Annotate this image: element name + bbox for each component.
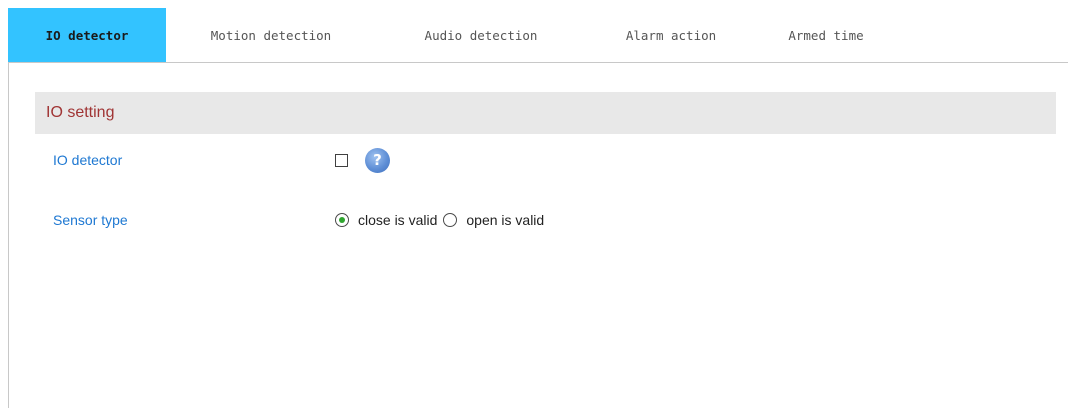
open-is-valid-radio[interactable]: [443, 213, 458, 227]
tab-bar: IO detector Motion detection Audio detec…: [8, 8, 896, 62]
radio-selected-dot: [339, 217, 345, 223]
tab-io-detector[interactable]: IO detector: [8, 8, 166, 62]
open-is-valid-label[interactable]: open is valid: [466, 212, 544, 228]
sensor-type-row: Sensor type close is valid open is valid: [53, 208, 550, 232]
tab-armed-time[interactable]: Armed time: [756, 8, 896, 62]
question-mark-icon[interactable]: ?: [365, 147, 390, 173]
close-is-valid-label[interactable]: close is valid: [358, 212, 437, 228]
help-symbol: ?: [373, 150, 382, 169]
section-title: IO setting: [46, 104, 115, 121]
close-is-valid-radio[interactable]: [335, 213, 349, 227]
section-header: IO setting: [35, 92, 1056, 134]
io-detector-row: IO detector ?: [53, 147, 390, 173]
tab-motion-detection[interactable]: Motion detection: [166, 8, 376, 62]
io-detector-label: IO detector: [53, 152, 123, 168]
sensor-type-label: Sensor type: [53, 212, 128, 228]
io-detector-checkbox[interactable]: [335, 153, 348, 167]
tab-audio-detection[interactable]: Audio detection: [376, 8, 586, 62]
tab-alarm-action[interactable]: Alarm action: [586, 8, 756, 62]
settings-panel: IO setting IO detector ? Sensor type clo…: [8, 62, 1068, 408]
